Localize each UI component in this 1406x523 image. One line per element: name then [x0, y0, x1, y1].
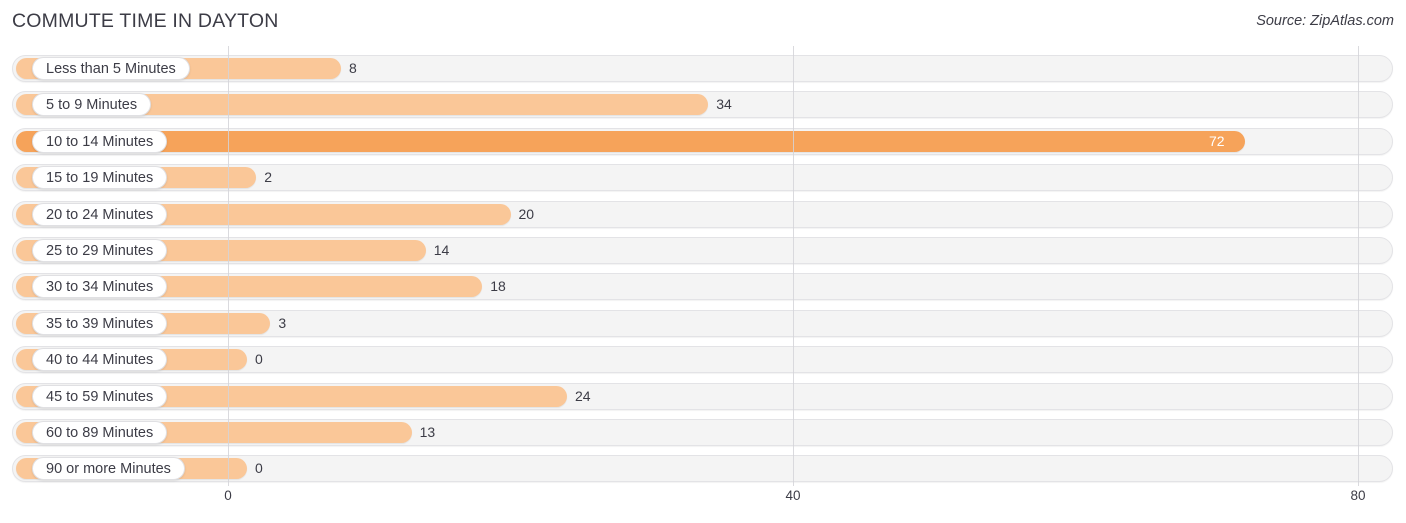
- bar-value-label: 72: [1209, 132, 1225, 149]
- bar-category-label: 25 to 29 Minutes: [32, 239, 168, 262]
- x-axis-tick-80: 80: [1350, 488, 1366, 503]
- bar-rows: Less than 5 Minutes 8 5 to 9 Minutes 34 10 t…: [0, 46, 1406, 486]
- bar-value-label: 0: [255, 351, 263, 368]
- bar-value-label: 34: [716, 96, 732, 113]
- bar-value-label: 3: [278, 314, 287, 331]
- bar-row[interactable]: 40 to 44 Minutes 0: [12, 346, 1393, 374]
- bar-row[interactable]: 60 to 89 Minutes 13: [12, 419, 1393, 446]
- bar-fill: [16, 130, 1245, 152]
- bar-row[interactable]: 90 or more Minutes 0: [12, 455, 1393, 483]
- x-axis-tick-40: 40: [785, 488, 801, 503]
- bar-category-label: 30 to 34 Minutes: [32, 275, 168, 299]
- page-title: COMMUTE TIME IN DAYTON: [12, 10, 279, 32]
- x-axis-tick-0: 0: [224, 488, 232, 503]
- chart-header: COMMUTE TIME IN DAYTON Source: ZipAtlas.…: [0, 0, 1406, 44]
- bar-row[interactable]: 35 to 39 Minutes 3: [12, 309, 1393, 337]
- bar-row[interactable]: 5 to 9 Minutes 34: [12, 91, 1393, 119]
- bar-row[interactable]: 45 to 59 Minutes 24: [12, 382, 1393, 410]
- bar-value-label: 24: [575, 387, 591, 404]
- bar-value-label: 20: [518, 205, 535, 222]
- bar-category-label: 5 to 9 Minutes: [32, 93, 152, 117]
- bar-value-label: 13: [419, 424, 436, 440]
- bar-value-label: 8: [349, 60, 357, 76]
- bar-row[interactable]: 30 to 34 Minutes 18: [12, 273, 1393, 301]
- bar-category-label: 10 to 14 Minutes: [32, 129, 168, 153]
- bar-row[interactable]: 10 to 14 Minutes 72: [12, 127, 1393, 155]
- bar-category-label: 35 to 39 Minutes: [32, 311, 168, 335]
- bar-value-label: 14: [433, 242, 450, 258]
- bar-category-label: 20 to 24 Minutes: [32, 202, 168, 226]
- bar-category-label: 40 to 44 Minutes: [32, 348, 168, 372]
- bar-value-label: 18: [490, 278, 506, 295]
- bar-category-label: 60 to 89 Minutes: [32, 421, 168, 444]
- source-attribution: Source: ZipAtlas.com: [1256, 13, 1394, 29]
- bar-category-label: Less than 5 Minutes: [32, 57, 190, 80]
- chart-plot-area: Less than 5 Minutes 8 5 to 9 Minutes 34 10 t…: [0, 46, 1406, 486]
- bar-row[interactable]: 20 to 24 Minutes 20: [12, 200, 1393, 228]
- bar-value-label: 0: [255, 460, 263, 477]
- bar-category-label: 15 to 19 Minutes: [32, 166, 168, 190]
- bar-row[interactable]: Less than 5 Minutes 8: [12, 55, 1393, 82]
- bar-row[interactable]: 25 to 29 Minutes 14: [12, 237, 1393, 264]
- bar-category-label: 45 to 59 Minutes: [32, 384, 168, 408]
- bar-row[interactable]: 15 to 19 Minutes 2: [12, 164, 1393, 192]
- bar-value-label: 2: [264, 169, 273, 186]
- bar-category-label: 90 or more Minutes: [32, 457, 185, 481]
- x-axis: 0 40 80: [0, 488, 1406, 512]
